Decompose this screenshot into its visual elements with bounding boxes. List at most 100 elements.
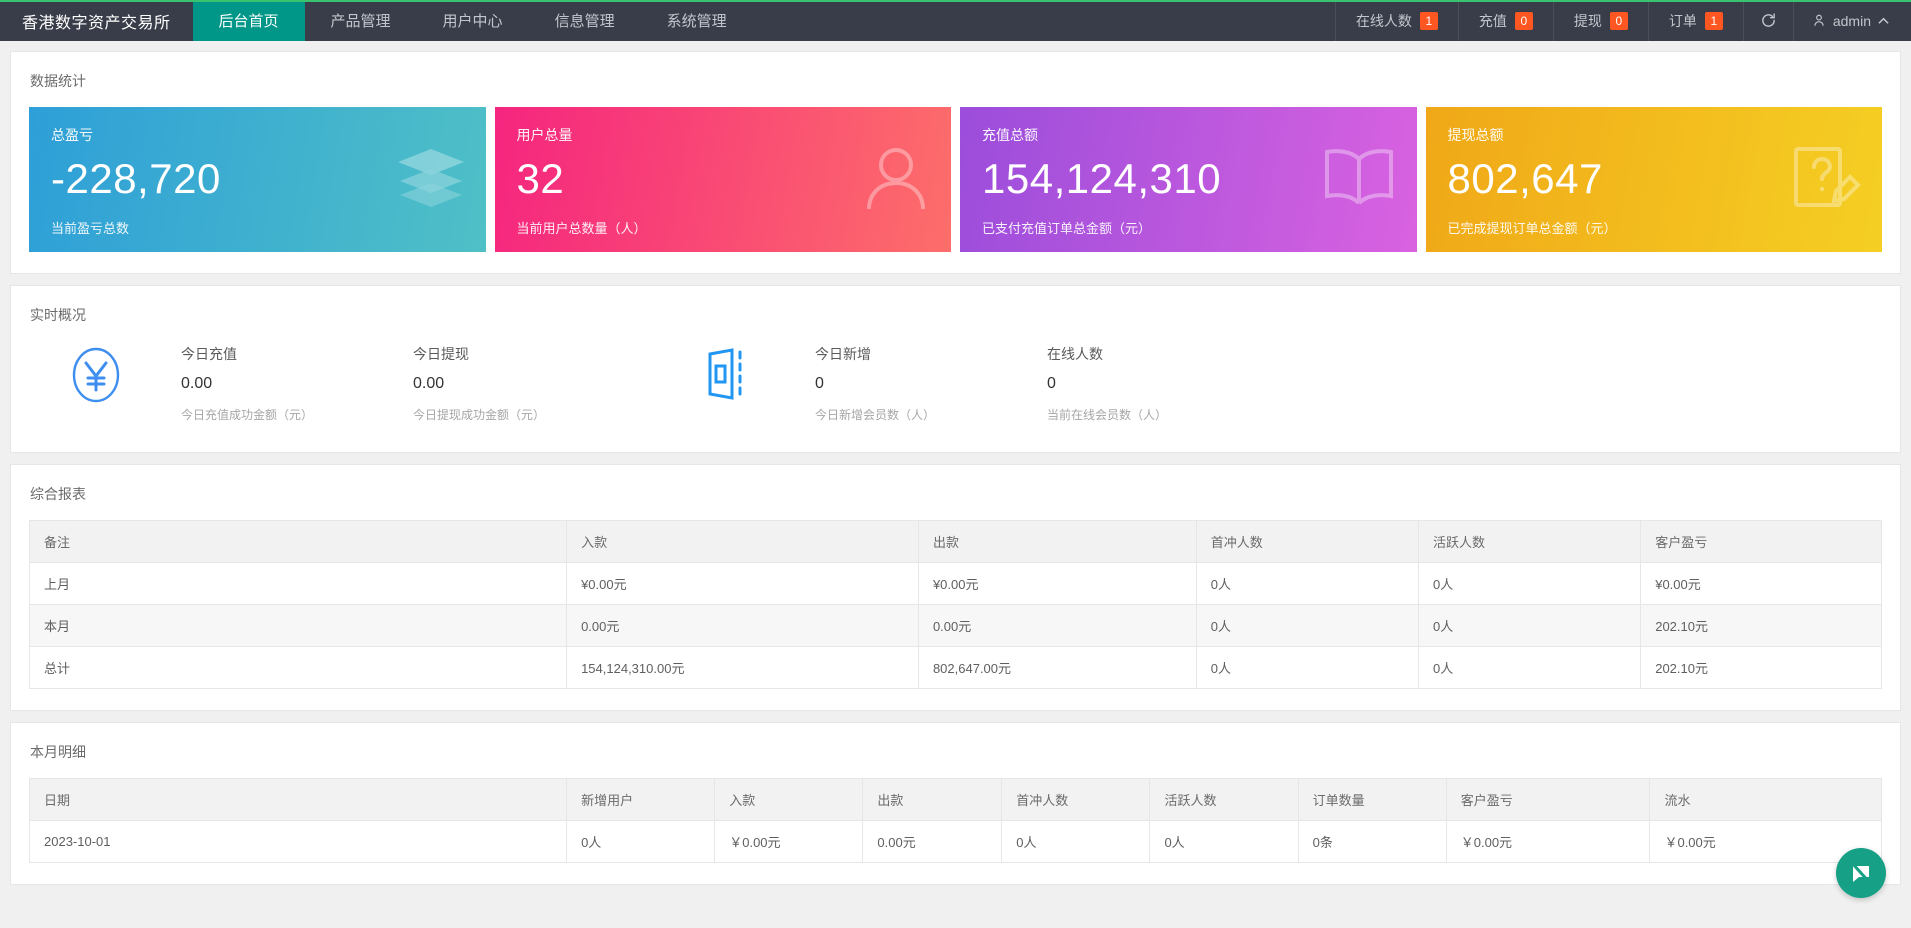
cell: 0人 [1195, 562, 1419, 605]
user-icon [1814, 14, 1824, 26]
header-recharge[interactable]: 充值 0 [1457, 0, 1553, 41]
cell: 202.10元 [1640, 646, 1882, 689]
realtime-item-value: 0.00 [181, 375, 213, 392]
realtime-item-today-withdraw: 今日提现 0.00 今日提现成功金额（元） [413, 344, 645, 423]
report-col-withdraw: 出款 [917, 520, 1197, 563]
cell: 本月 [28, 604, 568, 647]
nav-item-product-management[interactable]: 产品管理 [305, 0, 417, 41]
report-table-head: 备注 入款 出款 首冲人数 活跃人数 客户盈亏 [28, 520, 1882, 563]
cell: ¥0.00元 [566, 562, 919, 605]
stat-card-total-profit-loss[interactable]: 总盈亏 -228,720 当前盈亏总数 [29, 107, 486, 252]
header-withdraw-badge: 0 [1609, 11, 1628, 30]
report-col-deposit: 入款 [566, 520, 919, 563]
nav-item-user-center[interactable]: 用户中心 [417, 0, 529, 41]
cell: ￥0.00元 [714, 820, 864, 863]
table-row: 2023-10-01 0人 ￥0.00元 0.00元 0人 0人 0条 ￥0.0… [28, 820, 1882, 863]
report-col-first-deposit-count: 首冲人数 [1195, 520, 1419, 563]
detail-table: 日期 新增用户 入款 出款 首冲人数 活跃人数 订单数量 客户盈亏 流水 202… [28, 778, 1882, 863]
realtime-item-desc: 今日提现成功金额（元） [413, 408, 546, 422]
detail-panel-title: 本月明细 [30, 744, 86, 760]
realtime-item-name: 在线人数 [1047, 346, 1103, 362]
cell: 802,647.00元 [917, 646, 1197, 689]
report-col-remark: 备注 [28, 520, 568, 563]
header-online-count-badge: 1 [1419, 11, 1438, 30]
detail-table-head: 日期 新增用户 入款 出款 首冲人数 活跃人数 订单数量 客户盈亏 流水 [28, 778, 1882, 821]
cell: 总计 [28, 646, 568, 689]
realtime-item-online-count: 在线人数 0 当前在线会员数（人） [1047, 344, 1279, 423]
cell: 0人 [1149, 820, 1299, 863]
realtime-item-name: 今日充值 [181, 346, 237, 362]
header-online-count[interactable]: 在线人数 1 [1334, 0, 1458, 41]
table-row: 上月 ¥0.00元 ¥0.00元 0人 0人 ¥0.00元 [28, 562, 1882, 605]
header-orders-label: 订单 [1668, 12, 1697, 29]
cell: 0.00元 [566, 604, 919, 647]
detail-col-withdraw: 出款 [862, 778, 1003, 821]
realtime-item-name: 今日提现 [413, 346, 469, 362]
detail-col-turnover: 流水 [1649, 778, 1882, 821]
table-row: 总计 154,124,310.00元 802,647.00元 0人 0人 202… [28, 646, 1882, 689]
cell: 0.00元 [917, 604, 1197, 647]
stat-card-label: 用户总量 [516, 127, 573, 143]
cell: 0人 [1417, 562, 1642, 605]
realtime-item-today-recharge: 今日充值 0.00 今日充值成功金额（元） [181, 344, 413, 423]
nav-item-backend-home[interactable]: 后台首页 [192, 0, 305, 41]
header-orders-badge: 1 [1704, 11, 1723, 30]
stat-card-total-withdraw[interactable]: 提现总额 802,647 已完成提现订单总金额（元） [1425, 107, 1882, 252]
header-orders[interactable]: 订单 1 [1647, 0, 1743, 41]
header-withdraw-label: 提现 [1573, 12, 1602, 29]
detail-panel: 本月明细 日期 新增用户 入款 出款 首冲人数 活跃人数 订单数量 客户盈亏 流… [10, 722, 1901, 885]
nav-item-system-management[interactable]: 系统管理 [641, 0, 753, 41]
stat-card-total-users[interactable]: 用户总量 32 当前用户总数量（人） [494, 107, 951, 252]
main-nav: 后台首页 产品管理 用户中心 信息管理 系统管理 [192, 0, 753, 41]
realtime-panel-title: 实时概况 [30, 307, 86, 323]
realtime-item-value: 0.00 [413, 375, 445, 392]
user-name-label: admin [1832, 12, 1871, 29]
feedback-float-button[interactable] [1836, 848, 1886, 898]
report-table: 备注 入款 出款 首冲人数 活跃人数 客户盈亏 上月 ¥0.00元 ¥0.00元… [28, 520, 1882, 689]
header-withdraw[interactable]: 提现 0 [1552, 0, 1648, 41]
header-recharge-label: 充值 [1478, 12, 1507, 29]
stat-card-label: 提现总额 [1447, 127, 1504, 143]
stats-panel-title: 数据统计 [30, 73, 86, 89]
cell: 0人 [1417, 646, 1642, 689]
cell: ¥0.00元 [917, 562, 1197, 605]
detail-col-active-count: 活跃人数 [1149, 778, 1299, 821]
realtime-item-value: 0 [815, 375, 824, 392]
edit-note-icon [1790, 145, 1862, 214]
cell: 202.10元 [1640, 604, 1882, 647]
report-col-active-count: 活跃人数 [1417, 520, 1642, 563]
stat-card-total-recharge[interactable]: 充值总额 154,124,310 已支付充值订单总金额（元） [960, 107, 1417, 252]
report-table-wrap: 备注 入款 出款 首冲人数 活跃人数 客户盈亏 上月 ¥0.00元 ¥0.00元… [11, 520, 1900, 709]
header-online-count-label: 在线人数 [1355, 12, 1412, 29]
detail-col-order-count: 订单数量 [1297, 778, 1447, 821]
table-row: 本月 0.00元 0.00元 0人 0人 202.10元 [28, 604, 1882, 647]
yen-circle-icon [11, 344, 181, 404]
nav-item-info-management[interactable]: 信息管理 [529, 0, 641, 41]
user-outline-icon [861, 145, 931, 216]
table-header-row: 备注 入款 出款 首冲人数 活跃人数 客户盈亏 [28, 520, 1882, 563]
realtime-item-today-new-users: 今日新增 0 今日新增会员数（人） [815, 344, 1047, 423]
refresh-icon[interactable] [1742, 0, 1793, 41]
realtime-item-value: 0 [1047, 375, 1056, 392]
cell: ¥0.00元 [1640, 562, 1882, 605]
cell: 0人 [1195, 604, 1419, 647]
detail-table-wrap: 日期 新增用户 入款 出款 首冲人数 活跃人数 订单数量 客户盈亏 流水 202… [11, 778, 1900, 883]
header-right-nav: 在线人数 1 充值 0 提现 0 订单 1 admin [1334, 0, 1911, 41]
report-col-customer-pl: 客户盈亏 [1640, 520, 1882, 563]
realtime-panel: 实时概况 今日充值 0.00 今日充值成功金额（元） 今日提现 0.00 今日提… [10, 285, 1901, 453]
user-menu[interactable]: admin [1792, 0, 1911, 41]
header-recharge-badge: 0 [1514, 11, 1533, 30]
cell: 2023-10-01 [28, 820, 568, 863]
detail-col-deposit: 入款 [714, 778, 864, 821]
layers-icon [396, 145, 466, 216]
stat-card-list: 总盈亏 -228,720 当前盈亏总数 用户总量 32 当前用户总数量（人） 充… [11, 107, 1900, 272]
cell: 上月 [28, 562, 568, 605]
brand-title: 香港数字资产交易所 [22, 14, 171, 32]
report-panel-title: 综合报表 [30, 486, 86, 502]
realtime-row: 今日充值 0.00 今日充值成功金额（元） 今日提现 0.00 今日提现成功金额… [11, 341, 1900, 451]
realtime-item-desc: 今日充值成功金额（元） [181, 408, 314, 422]
door-icon [645, 344, 815, 402]
cell: 0人 [1417, 604, 1642, 647]
realtime-item-name: 今日新增 [815, 346, 871, 362]
chevron-up-icon [1878, 17, 1889, 24]
